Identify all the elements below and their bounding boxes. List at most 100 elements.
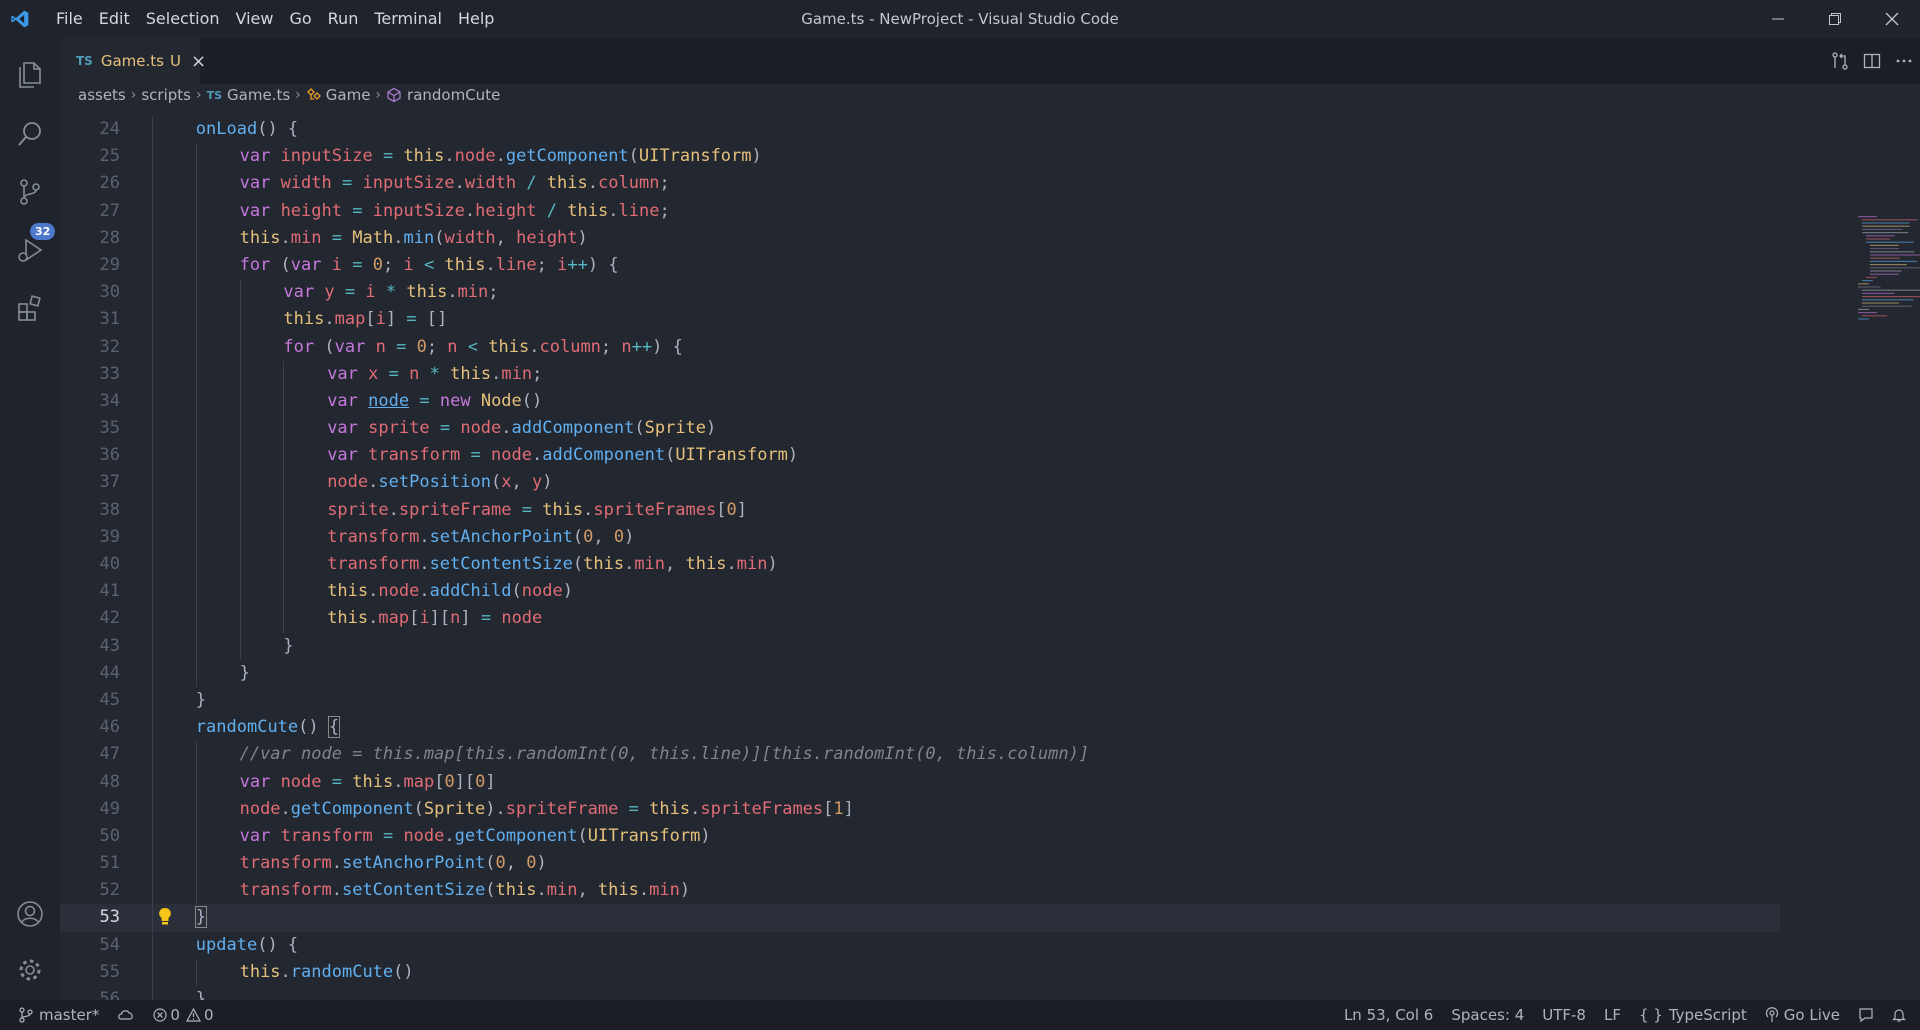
code-token: n (409, 363, 420, 384)
code-token: = (352, 254, 363, 275)
code-line[interactable]: 24 onLoad() { (60, 116, 1780, 144)
line-text: randomCute() { (195, 716, 341, 739)
code-line[interactable]: 53} (60, 904, 1780, 932)
minimap-line (1870, 248, 1899, 250)
breadcrumb-item-assets[interactable]: assets (78, 86, 126, 104)
code-editor[interactable]: 24 onLoad() {25 var inputSize = this.node.… (60, 106, 1920, 1000)
code-line[interactable]: 47 //var node = this.map[this.randomInt(0… (60, 741, 1780, 769)
code-line[interactable]: 52 transform.setContentSize(this.min, thi… (60, 877, 1780, 905)
code-line[interactable]: 32 for (var n = 0; n < this.column; n++) … (60, 333, 1780, 361)
language-mode[interactable]: { } TypeScript (1630, 1000, 1756, 1030)
code-token: this (406, 282, 448, 303)
indent-guide (239, 306, 241, 334)
code-token: var (334, 336, 366, 357)
line-number: 25 (99, 146, 120, 167)
line-text: var x = n * this.min; (327, 363, 543, 384)
indentation-status[interactable]: Spaces: 4 (1442, 1000, 1533, 1030)
menu-view[interactable]: View (228, 0, 282, 38)
code-token: * (385, 282, 397, 303)
code-line[interactable]: 25 var inputSize = this.node.getComponent… (60, 143, 1780, 171)
code-line[interactable]: 50 var transform = node.getComponent(UITr… (60, 822, 1780, 851)
code-lines[interactable]: 24 onLoad() {25 var inputSize = this.node.… (60, 116, 1780, 1000)
minimap[interactable] (1850, 214, 1920, 334)
code-line[interactable]: 56} (60, 986, 1780, 1000)
tab-close-icon[interactable]: × (191, 51, 206, 72)
code-line[interactable]: 40 transform.setContentSize(this.min, thi… (60, 551, 1780, 579)
menu-terminal[interactable]: Terminal (366, 0, 450, 38)
menu-help[interactable]: Help (450, 0, 502, 38)
code-line[interactable]: 42 this.map[i][n] = node (60, 605, 1780, 633)
code-line[interactable]: 38 sprite.spriteFrame = this.spriteFrames… (60, 496, 1780, 524)
sync-button[interactable] (108, 1000, 144, 1030)
problems-status[interactable]: 0 0 (144, 1000, 222, 1030)
menu-selection[interactable]: Selection (138, 0, 228, 38)
code-token: var (239, 146, 271, 167)
menu-go[interactable]: Go (281, 0, 319, 38)
go-live-button[interactable]: Go Live (1756, 1000, 1849, 1030)
warning-icon (185, 1008, 201, 1022)
code-line[interactable]: 41 this.node.addChild(node) (60, 578, 1780, 606)
eol-status[interactable]: LF (1595, 1000, 1630, 1030)
code-line[interactable]: 28 this.min = Math.min(width, height) (60, 224, 1780, 252)
code-line[interactable]: 44} (60, 659, 1780, 687)
breadcrumb-item-file[interactable]: TS Game.ts (207, 86, 291, 104)
extensions-button[interactable] (0, 280, 60, 336)
code-line[interactable]: 37 node.setPosition(x, y) (60, 469, 1780, 497)
branch-status[interactable]: master* (0, 1000, 108, 1030)
manage-button[interactable] (0, 942, 60, 998)
code-line[interactable]: 31 this.map[i] = [] (60, 306, 1780, 334)
code-token: min (736, 554, 768, 574)
breadcrumb-item-class[interactable]: Game (306, 86, 370, 104)
line-number: 29 (99, 254, 120, 275)
accounts-button[interactable] (0, 886, 60, 942)
code-line[interactable]: 54 update() { (60, 931, 1780, 959)
cursor-position[interactable]: Ln 53, Col 6 (1335, 1000, 1442, 1030)
code-token: = (628, 798, 639, 819)
minimize-button[interactable] (1749, 0, 1806, 38)
open-changes-button[interactable] (1824, 38, 1856, 84)
code-line[interactable]: 49 node.getComponent(Sprite).spriteFrame … (60, 795, 1780, 823)
code-line[interactable]: 30 var y = i * this.min; (60, 279, 1780, 307)
code-line[interactable]: 33 var x = n * this.min; (60, 360, 1780, 388)
explorer-button[interactable] (0, 46, 60, 102)
breadcrumb-item-scripts[interactable]: scripts (141, 86, 191, 104)
error-count: 0 (170, 1006, 180, 1024)
vscode-logo-icon (0, 0, 40, 38)
code-line[interactable]: 29 for (var i = 0; i < this.line; i++) { (60, 251, 1780, 280)
indent-guide (239, 442, 241, 470)
source-control-button[interactable] (0, 164, 60, 220)
code-line[interactable]: 39 transform.setAnchorPoint(0, 0) (60, 523, 1780, 551)
code-line[interactable]: 43} (60, 632, 1780, 660)
notifications-button[interactable] (1883, 1000, 1920, 1030)
code-token: spriteFrames (593, 499, 717, 520)
code-line[interactable]: 35 var sprite = node.addComponent(Sprite) (60, 415, 1780, 443)
breadcrumb-item-method[interactable]: randomCute (386, 86, 500, 104)
indent-guide (152, 360, 153, 388)
menu-run[interactable]: Run (320, 0, 367, 38)
menu-file[interactable]: File (48, 0, 91, 38)
code-line[interactable]: 27 var height = inputSize.height / this.l… (60, 197, 1780, 225)
code-line[interactable]: 46 randomCute() { (60, 714, 1780, 742)
code-line[interactable]: 45} (60, 686, 1780, 715)
encoding-status[interactable]: UTF-8 (1533, 1000, 1595, 1030)
more-actions-button[interactable] (1888, 38, 1920, 84)
search-button[interactable] (0, 106, 60, 162)
code-line[interactable]: 36 var transform = node.addComponent(UITr… (60, 442, 1780, 470)
run-debug-button[interactable] (0, 222, 60, 278)
restore-button[interactable] (1806, 0, 1863, 38)
tab-game-ts[interactable]: TS Game.ts U × (60, 38, 206, 84)
code-line[interactable]: 48 var node = this.map[0][0] (60, 768, 1780, 796)
compare-changes-icon (1832, 52, 1848, 70)
ellipsis-icon (1896, 59, 1912, 63)
split-editor-button[interactable] (1856, 38, 1888, 84)
close-window-button[interactable] (1863, 0, 1920, 38)
code-line[interactable]: 34 var node = new Node() (60, 387, 1780, 416)
minimap-line (1862, 225, 1910, 227)
code-line[interactable]: 55 this.randomCute() (60, 958, 1780, 986)
code-line[interactable]: 26 var width = inputSize.width / this.col… (60, 170, 1780, 198)
menu-edit[interactable]: Edit (91, 0, 138, 38)
feedback-button[interactable] (1849, 1000, 1883, 1030)
code-line[interactable]: 51 transform.setAnchorPoint(0, 0) (60, 850, 1780, 878)
code-token: sprite (327, 499, 389, 520)
code-token: i (419, 608, 430, 629)
